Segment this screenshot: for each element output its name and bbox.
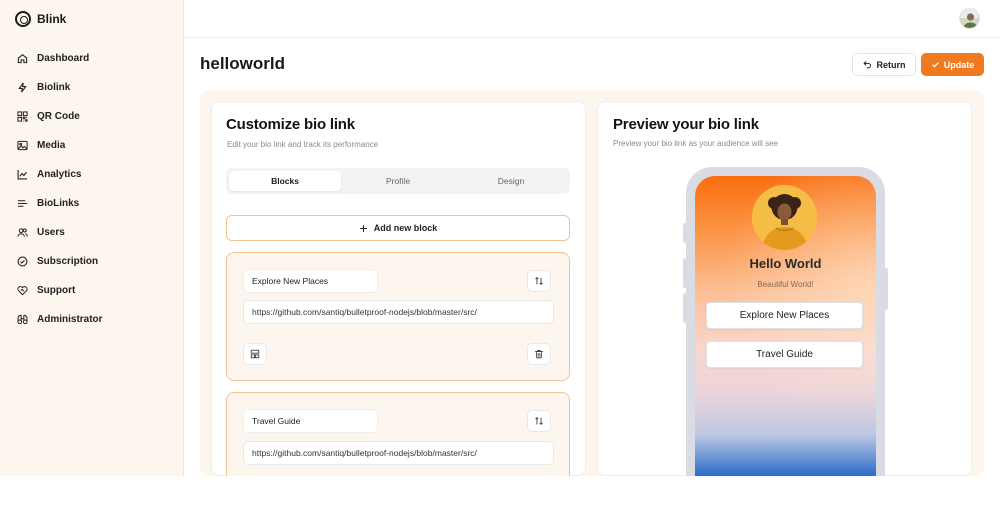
return-icon — [862, 61, 871, 69]
block-card: Travel Guide https://github.com/santiq/b… — [226, 392, 570, 476]
profile-avatar — [752, 185, 817, 250]
heart-handshake-icon — [17, 285, 28, 296]
sidebar: Blink Dashboard Biolink QR Code Media An… — [0, 0, 184, 476]
phone-side-button — [884, 268, 888, 310]
tab-design[interactable]: Design — [455, 171, 567, 191]
sidebar-item-label: Users — [37, 227, 65, 238]
block-name-field[interactable]: Explore New Places — [243, 269, 378, 293]
brand-logo-icon — [15, 11, 31, 27]
sidebar-item-subscription[interactable]: Subscription — [12, 247, 176, 276]
update-label: Update — [943, 59, 975, 70]
sidebar-item-label: Dashboard — [37, 53, 90, 64]
brand-name: Blink — [37, 12, 67, 26]
brand[interactable]: Blink — [15, 11, 66, 27]
block-url-field[interactable]: https://github.com/santiq/bulletproof-no… — [243, 441, 554, 465]
sidebar-item-administrator[interactable]: Administrator — [12, 305, 176, 334]
reorder-button[interactable] — [527, 270, 551, 292]
check-icon — [931, 62, 939, 68]
sidebar-item-qr-code[interactable]: QR Code — [12, 102, 176, 131]
sidebar-item-label: Subscription — [37, 256, 99, 267]
customize-tabs: Blocks Profile Design — [226, 168, 570, 194]
chart-line-icon — [17, 169, 28, 180]
customize-subtitle: Edit your bio link and track its perform… — [227, 140, 379, 149]
phone-side-button — [683, 293, 687, 323]
reorder-button[interactable] — [527, 410, 551, 432]
bolt-icon — [17, 82, 28, 93]
block-name-field[interactable]: Travel Guide — [243, 409, 378, 433]
sidebar-item-users[interactable]: Users — [12, 218, 176, 247]
preview-link-button[interactable]: Travel Guide — [706, 341, 863, 368]
tab-profile[interactable]: Profile — [342, 171, 454, 191]
sort-arrows-icon — [535, 417, 543, 425]
plus-icon — [359, 224, 367, 232]
sidebar-item-label: Media — [37, 140, 66, 151]
preview-title: Preview your bio link — [613, 116, 759, 133]
sidebar-item-dashboard[interactable]: Dashboard — [12, 44, 176, 73]
update-button[interactable]: Update — [921, 53, 984, 76]
block-card: Explore New Places https://github.com/sa… — [226, 252, 570, 381]
preview-link-button[interactable]: Explore New Places — [706, 302, 863, 329]
block-url-field[interactable]: https://github.com/santiq/bulletproof-no… — [243, 300, 554, 324]
delete-block-button[interactable] — [527, 343, 551, 365]
block-layout-button[interactable] — [243, 343, 267, 365]
add-block-button[interactable]: Add new block — [226, 215, 570, 241]
qr-code-icon — [17, 111, 28, 122]
sidebar-item-media[interactable]: Media — [12, 131, 176, 160]
sidebar-nav: Dashboard Biolink QR Code Media Analytic… — [12, 44, 176, 334]
sidebar-item-support[interactable]: Support — [12, 276, 176, 305]
top-bar — [184, 0, 1000, 38]
image-icon — [17, 140, 28, 151]
users-icon — [17, 227, 28, 238]
check-circle-icon — [17, 256, 28, 267]
tab-blocks[interactable]: Blocks — [229, 171, 341, 191]
trash-icon — [535, 350, 543, 359]
sidebar-item-biolink[interactable]: Biolink — [12, 73, 176, 102]
page-title: helloworld — [200, 54, 285, 73]
return-button[interactable]: Return — [852, 53, 916, 76]
sidebar-item-label: BioLinks — [37, 198, 80, 209]
preview-subtitle: Preview your bio link as your audience w… — [613, 139, 778, 148]
phone-side-button — [683, 223, 687, 243]
preview-profile-bio: Beautiful World! — [757, 280, 814, 289]
sidebar-item-label: Administrator — [37, 314, 103, 325]
sidebar-item-label: Support — [37, 285, 76, 296]
sidebar-item-analytics[interactable]: Analytics — [12, 160, 176, 189]
list-icon — [17, 198, 28, 209]
home-icon — [17, 53, 28, 64]
sort-arrows-icon — [535, 277, 543, 285]
sidebar-item-biolinks[interactable]: BioLinks — [12, 189, 176, 218]
preview-profile-name: Hello World — [749, 256, 822, 271]
add-block-label: Add new block — [373, 223, 438, 233]
sidebar-item-label: Analytics — [37, 169, 82, 180]
phone-side-button — [683, 258, 687, 288]
layout-icon — [250, 349, 260, 359]
user-avatar[interactable] — [959, 8, 980, 29]
binoculars-icon — [17, 314, 28, 325]
customize-title: Customize bio link — [226, 116, 355, 133]
return-label: Return — [876, 59, 906, 70]
sidebar-item-label: QR Code — [37, 111, 80, 122]
app-window: Blink Dashboard Biolink QR Code Media An… — [0, 0, 1000, 476]
sidebar-item-label: Biolink — [37, 82, 71, 93]
